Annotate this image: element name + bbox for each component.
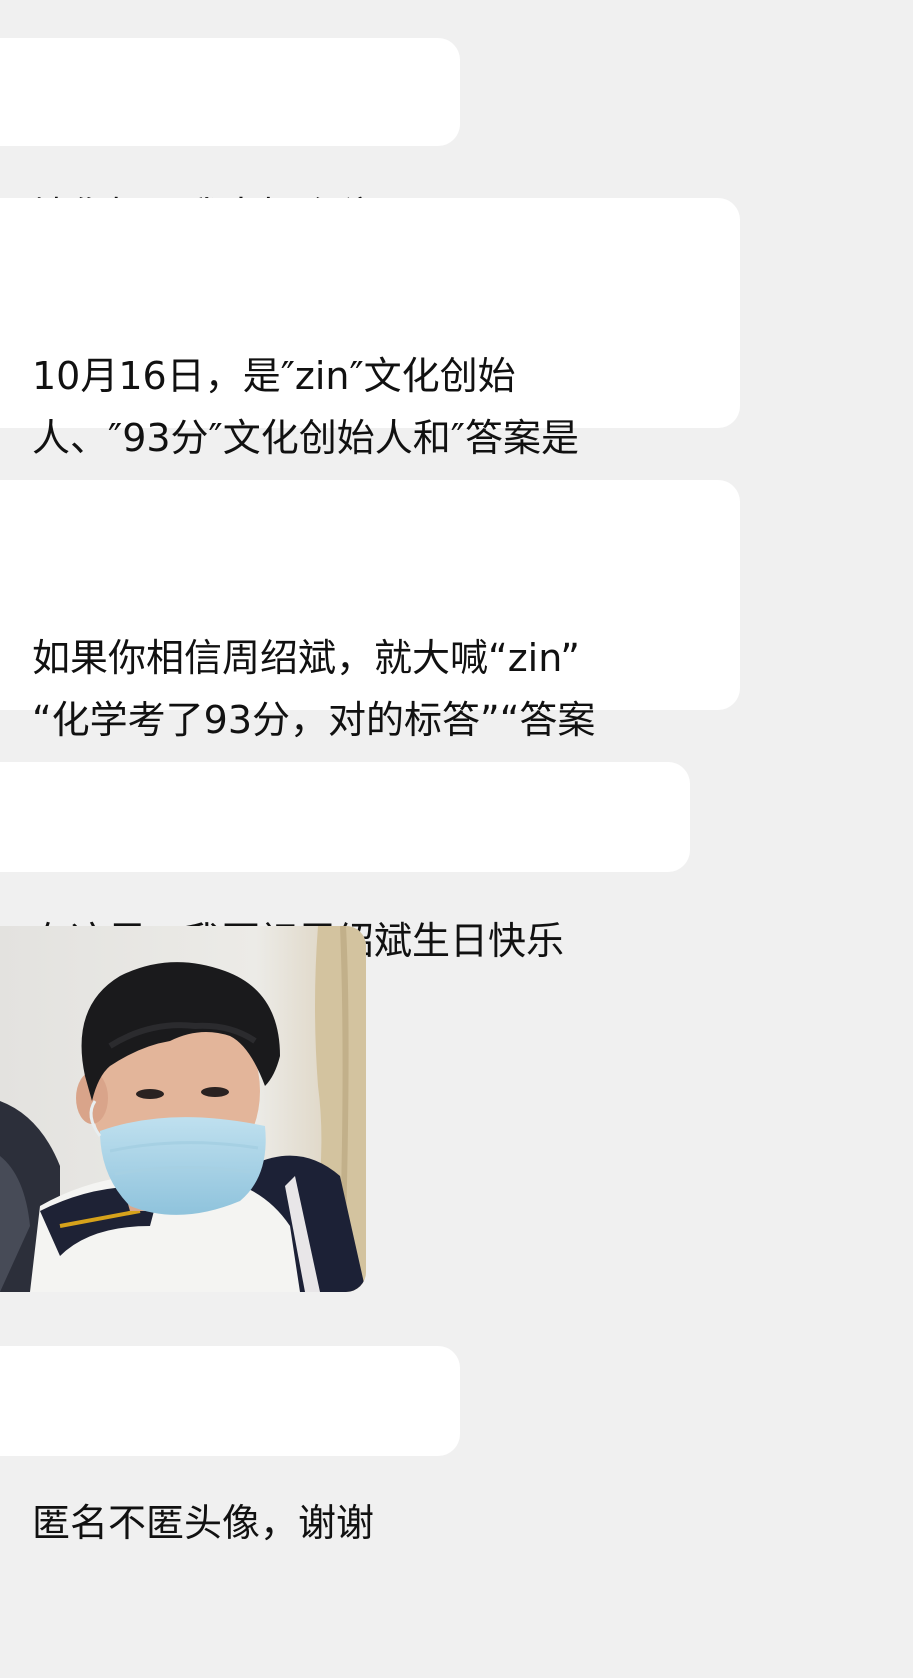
message-bubble[interactable]: 在这里，我要祝周绍斌生日快乐 — [0, 762, 690, 963]
message-bubble[interactable]: 如果你相信周绍斌，就大喊“zin” “化学考了93分，对的标答”“答案 是10，… — [0, 480, 740, 804]
masked-boy-photo-icon — [0, 926, 366, 1292]
chat-thread: 墙你好，我来投个稿 10月16日，是″zin″文化创始 人、″93分″文化创始人… — [0, 0, 913, 1545]
image-message[interactable] — [0, 926, 366, 1292]
message-bubble[interactable]: 匿名不匿头像，谢谢 — [0, 1346, 460, 1545]
message-bubble[interactable]: 10月16日，是″zin″文化创始 人、″93分″文化创始人和″答案是 10″文… — [0, 198, 740, 522]
message-bubble[interactable]: 墙你好，我来投个稿 — [0, 38, 460, 238]
message-text: 匿名不匿头像，谢谢 — [32, 1501, 375, 1545]
